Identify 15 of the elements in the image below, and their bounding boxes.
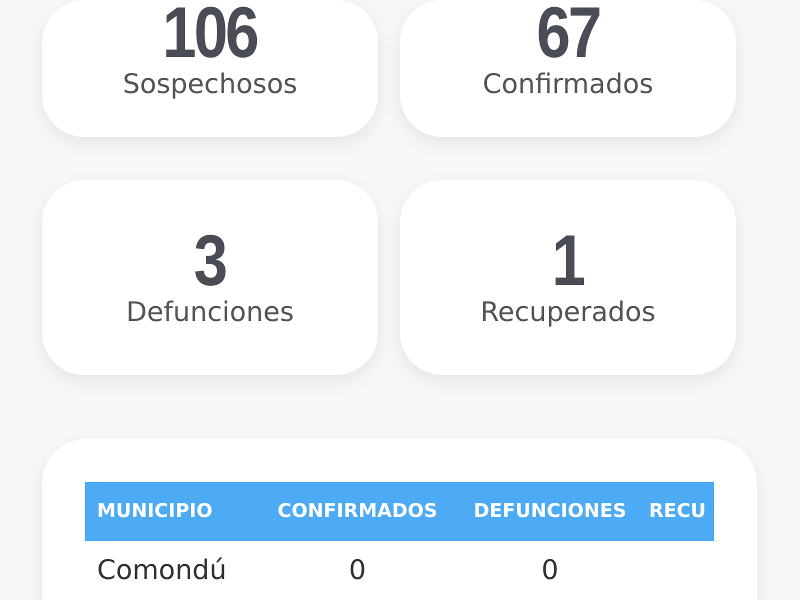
column-header: MUNICIPIO [96, 499, 214, 524]
stat-label: Recuperados [480, 297, 656, 330]
column-header: DEFUNCIONES [472, 499, 628, 524]
table-cell-text: 0 [540, 554, 560, 588]
stat-label: Sospechosos [122, 68, 298, 101]
stat-number: 67 [536, 0, 600, 69]
table-cell-text: Comondú [96, 554, 228, 588]
column-header: RECU [648, 499, 707, 524]
stat-label: Confirmados [482, 68, 654, 101]
stat-number: 106 [162, 0, 258, 69]
stat-label: Defunciones [126, 297, 294, 330]
column-header: CONFIRMADOS [276, 499, 438, 524]
table-cell-text: 0 [348, 554, 368, 588]
stat-number: 3 [194, 225, 226, 298]
stat-number: 1 [552, 225, 584, 298]
